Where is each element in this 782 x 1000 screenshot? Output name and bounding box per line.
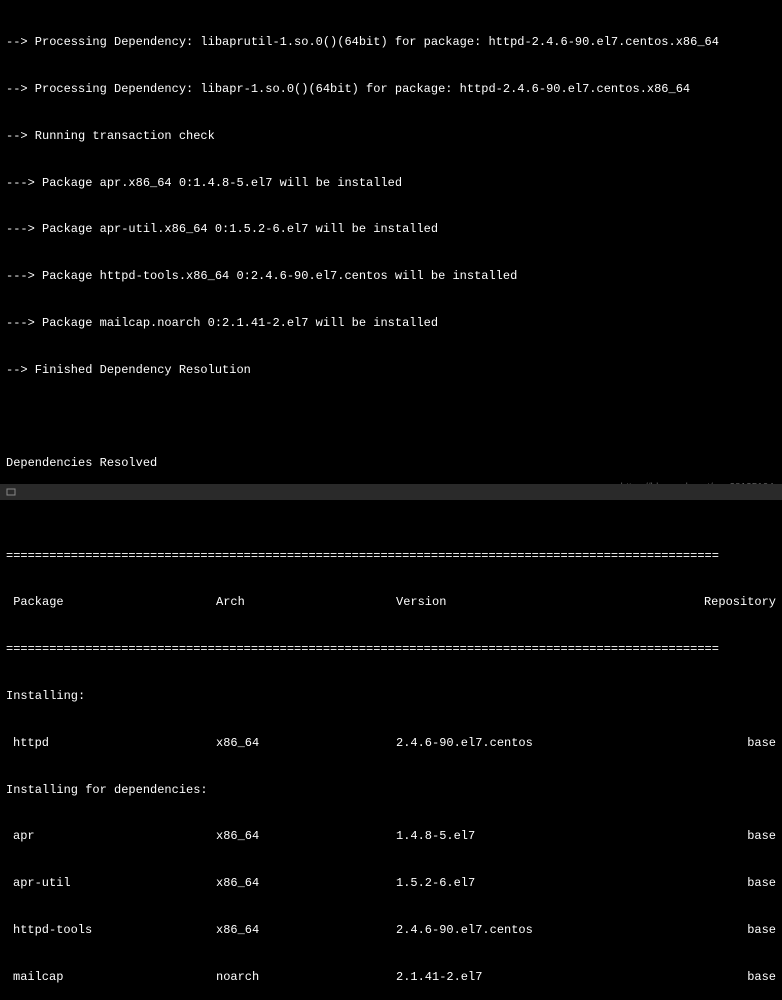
pkg-arch: noarch bbox=[216, 970, 396, 986]
header-repository: Repository bbox=[686, 595, 776, 611]
pkg-name: httpd bbox=[6, 736, 216, 752]
header-package: Package bbox=[6, 595, 216, 611]
status-icon bbox=[6, 487, 16, 497]
pkg-arch: x86_64 bbox=[216, 829, 396, 845]
dep-line: ---> Package apr.x86_64 0:1.4.8-5.el7 wi… bbox=[6, 176, 776, 192]
header-arch: Arch bbox=[216, 595, 396, 611]
table-row: mailcap noarch 2.1.41-2.el7 base bbox=[6, 970, 776, 986]
pkg-name: httpd-tools bbox=[6, 923, 216, 939]
pkg-version: 1.5.2-6.el7 bbox=[396, 876, 686, 892]
installing-deps-label: Installing for dependencies: bbox=[6, 783, 776, 799]
table-row: apr-util x86_64 1.5.2-6.el7 base bbox=[6, 876, 776, 892]
dep-line: ---> Package mailcap.noarch 0:2.1.41-2.e… bbox=[6, 316, 776, 332]
dep-line: ---> Package apr-util.x86_64 0:1.5.2-6.e… bbox=[6, 222, 776, 238]
pkg-version: 2.1.41-2.el7 bbox=[396, 970, 686, 986]
dep-line: --> Finished Dependency Resolution bbox=[6, 363, 776, 379]
pkg-repo: base bbox=[686, 829, 776, 845]
installing-label: Installing: bbox=[6, 689, 776, 705]
pkg-repo: base bbox=[686, 736, 776, 752]
pkg-arch: x86_64 bbox=[216, 876, 396, 892]
deps-resolved-label: Dependencies Resolved bbox=[6, 456, 776, 472]
pkg-repo: base bbox=[686, 923, 776, 939]
pkg-version: 2.4.6-90.el7.centos bbox=[396, 736, 686, 752]
pkg-version: 1.4.8-5.el7 bbox=[396, 829, 686, 845]
dep-line: ---> Package httpd-tools.x86_64 0:2.4.6-… bbox=[6, 269, 776, 285]
table-row: httpd-tools x86_64 2.4.6-90.el7.centos b… bbox=[6, 923, 776, 939]
terminal-output: --> Processing Dependency: libaprutil-1.… bbox=[0, 0, 782, 1000]
pkg-name: apr bbox=[6, 829, 216, 845]
pkg-name: apr-util bbox=[6, 876, 216, 892]
separator: ========================================… bbox=[6, 642, 776, 658]
pkg-repo: base bbox=[686, 876, 776, 892]
table-header: Package Arch Version Repository bbox=[6, 595, 776, 611]
dep-line: --> Processing Dependency: libaprutil-1.… bbox=[6, 35, 776, 51]
pkg-arch: x86_64 bbox=[216, 923, 396, 939]
pkg-version: 2.4.6-90.el7.centos bbox=[396, 923, 686, 939]
pkg-name: mailcap bbox=[6, 970, 216, 986]
pkg-arch: x86_64 bbox=[216, 736, 396, 752]
separator: ========================================… bbox=[6, 549, 776, 565]
header-version: Version bbox=[396, 595, 686, 611]
dep-line: --> Running transaction check bbox=[6, 129, 776, 145]
pkg-repo: base bbox=[686, 970, 776, 986]
table-row: httpd x86_64 2.4.6-90.el7.centos base bbox=[6, 736, 776, 752]
table-row: apr x86_64 1.4.8-5.el7 base bbox=[6, 829, 776, 845]
status-bar bbox=[0, 484, 782, 500]
dep-line: --> Processing Dependency: libapr-1.so.0… bbox=[6, 82, 776, 98]
